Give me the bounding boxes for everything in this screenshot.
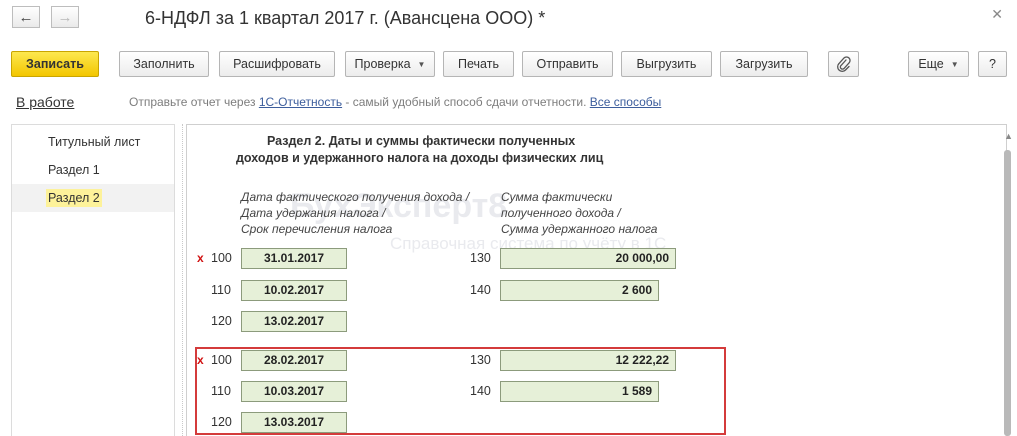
fill-button[interactable]: Заполнить [119,51,209,77]
check-dropdown-button[interactable]: Проверка ▼ [345,51,435,77]
window-title: 6-НДФЛ за 1 квартал 2017 г. (Авансцена О… [145,8,546,28]
scroll-up-icon[interactable]: ▲ [1004,131,1013,141]
dates-header-line: Срок перечисления налога [241,222,393,236]
save-button[interactable]: Записать [11,51,99,77]
section-sidebar: Титульный лист Раздел 1 Раздел 2 [11,124,175,436]
sidebar-item-label: Раздел 2 [46,189,102,207]
send-button[interactable]: Отправить [522,51,613,77]
status-link[interactable]: В работе [16,94,74,110]
income-date-field[interactable]: 31.01.2017 [241,248,347,269]
help-button[interactable]: ? [978,51,1007,77]
chevron-down-icon: ▼ [950,59,959,69]
line-code: 110 [211,283,231,297]
line-code: 140 [470,283,491,297]
decode-button[interactable]: Расшифровать [219,51,335,77]
sums-header-line: Сумма удержанного налога [501,222,658,236]
sums-column-header: Сумма фактически полученного дохода / Су… [501,189,657,237]
sidebar-item-title-page[interactable]: Титульный лист [12,128,174,156]
forward-button[interactable]: → [51,6,79,28]
line-code: 130 [470,251,491,265]
tax-withheld-amount-field[interactable]: 2 600 [500,280,659,301]
section-title-line2: доходов и удержанного налога на доходы ф… [236,151,604,165]
unload-button[interactable]: Выгрузить [621,51,712,77]
line-code: 120 [211,314,232,328]
dates-header-line: Дата удержания налога / [241,206,386,220]
sidebar-item-label: Раздел 1 [48,163,100,177]
print-button[interactable]: Печать [443,51,514,77]
close-icon[interactable]: ✕ [991,6,1003,23]
all-methods-link[interactable]: Все способы [590,95,662,109]
reporting-service-link[interactable]: 1С-Отчетность [259,95,342,109]
tax-transfer-deadline-field[interactable]: 13.02.2017 [241,311,347,332]
highlight-frame [195,347,726,435]
more-label: Еще [918,57,944,71]
status-info-middle: - самый удобный способ сдачи отчетности. [342,95,590,109]
dates-column-header: Дата фактического получения дохода / Дат… [241,189,469,237]
attach-button[interactable] [828,51,859,77]
line-code: 100 [211,251,232,265]
sums-header-line: полученного дохода / [501,206,621,220]
sidebar-item-section-2[interactable]: Раздел 2 [12,184,174,212]
status-info: Отправьте отчет через 1С-Отчетность - са… [129,95,661,109]
check-label: Проверка [354,57,411,71]
dates-header-line: Дата фактического получения дохода / [241,190,470,204]
paperclip-icon [836,56,851,72]
vertical-scrollbar[interactable] [1004,150,1011,436]
chevron-down-icon: ▼ [417,59,426,69]
back-button[interactable]: ← [12,6,40,28]
more-dropdown-button[interactable]: Еще ▼ [908,51,969,77]
sidebar-item-label: Титульный лист [48,135,141,149]
arrow-left-icon: ← [18,8,34,26]
section-title-line1: Раздел 2. Даты и суммы фактически получе… [267,134,576,148]
status-info-prefix: Отправьте отчет через [129,95,259,109]
income-amount-field[interactable]: 20 000,00 [500,248,676,269]
panel-splitter[interactable] [182,124,183,436]
load-button[interactable]: Загрузить [720,51,808,77]
arrow-right-icon: → [57,8,73,26]
delete-block-icon[interactable]: x [197,251,204,265]
sums-header-line: Сумма фактически [501,190,613,204]
tax-withheld-date-field[interactable]: 10.02.2017 [241,280,347,301]
sidebar-item-section-1[interactable]: Раздел 1 [12,156,174,184]
